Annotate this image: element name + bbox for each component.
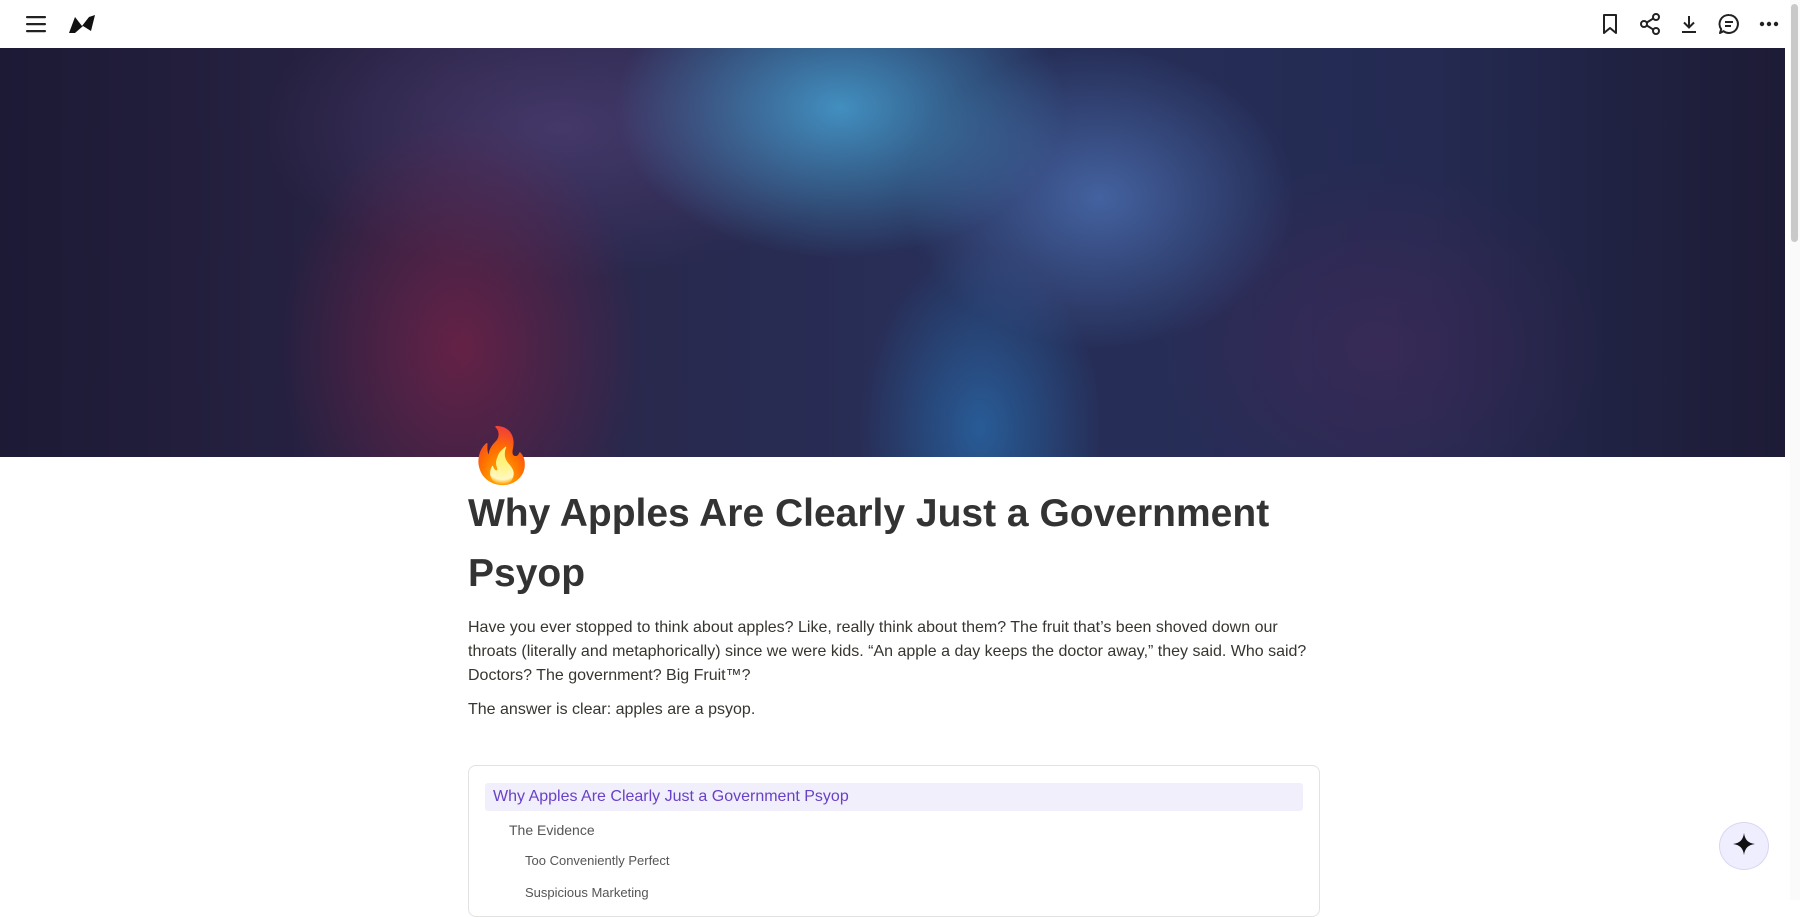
more-icon[interactable]	[1753, 8, 1785, 40]
page-title: Why Apples Are Clearly Just a Government…	[468, 492, 1270, 595]
scrollbar-thumb[interactable]	[1791, 4, 1798, 242]
toc-item-the-evidence[interactable]: The Evidence	[509, 820, 595, 840]
table-of-contents: Why Apples Are Clearly Just a Government…	[468, 765, 1320, 917]
answer-paragraph: The answer is clear: apples are a psyop.	[468, 701, 756, 718]
toc-item-suspicious-marketing[interactable]: Suspicious Marketing	[525, 883, 649, 903]
ai-assistant-button[interactable]	[1719, 822, 1769, 870]
download-icon[interactable]	[1673, 8, 1705, 40]
app-logo-icon[interactable]	[66, 8, 98, 40]
page-header: Why Apples Are Clearly Just a Government…	[468, 484, 1318, 604]
top-bar	[0, 0, 1790, 48]
page-emoji-icon[interactable]: 🔥	[468, 424, 535, 488]
cover-image	[0, 48, 1785, 457]
toc-item-title[interactable]: Why Apples Are Clearly Just a Government…	[485, 783, 1303, 811]
intro-paragraph: Have you ever stopped to think about app…	[468, 619, 1307, 684]
menu-icon[interactable]	[20, 8, 52, 40]
share-icon[interactable]	[1634, 8, 1666, 40]
bookmark-icon[interactable]	[1594, 8, 1626, 40]
toc-item-too-conveniently-perfect[interactable]: Too Conveniently Perfect	[525, 851, 670, 871]
comment-icon[interactable]	[1713, 8, 1745, 40]
sparkle-icon	[1732, 832, 1756, 861]
